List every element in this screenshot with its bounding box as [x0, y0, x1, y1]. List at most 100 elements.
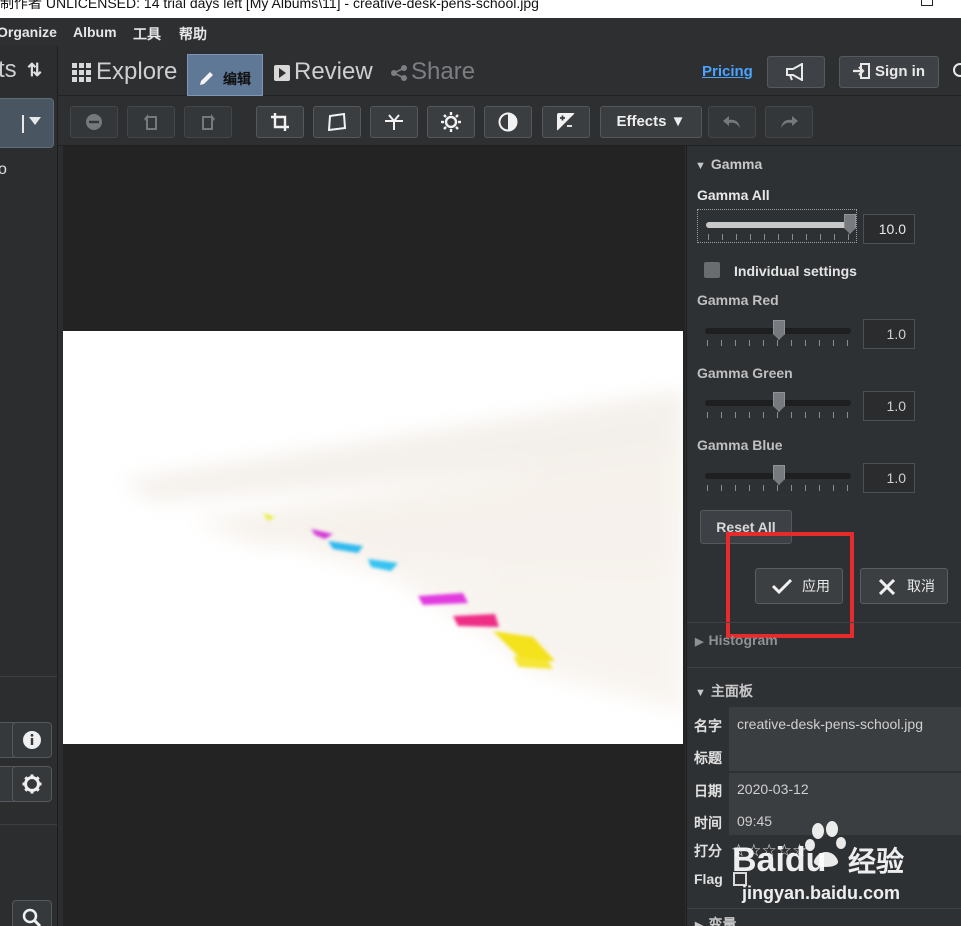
maximize-button[interactable] [921, 0, 933, 6]
sign-in-label: Sign in [875, 63, 925, 80]
announcements-button[interactable] [767, 56, 825, 88]
sun-icon [441, 112, 461, 132]
slider-tick [764, 234, 765, 240]
effects-dropdown[interactable]: Effects ▼ [600, 106, 702, 138]
edit-toolbar: Effects ▼ [58, 96, 961, 146]
individual-settings-checkbox[interactable] [704, 262, 720, 278]
slider-tick [735, 485, 736, 491]
gamma-green-value[interactable]: 1.0 [863, 391, 915, 421]
slider-tick [834, 234, 835, 240]
gamma-red-value[interactable]: 1.0 [863, 319, 915, 349]
menu-tools[interactable]: 工具 [133, 24, 161, 44]
search-button[interactable] [12, 900, 52, 926]
gamma-green-thumb[interactable] [773, 392, 785, 412]
info-icon [23, 731, 41, 749]
gamma-header-label: Gamma [710, 156, 763, 172]
left-list-item[interactable]: o [0, 161, 7, 179]
gamma-section-header[interactable]: ▼ Gamma [695, 156, 762, 172]
remove-button[interactable] [70, 106, 118, 138]
slider-tick [735, 412, 736, 418]
menu-album[interactable]: Album [73, 24, 117, 40]
crop-button[interactable] [256, 106, 304, 138]
histogram-header-label: Histogram [708, 632, 778, 648]
slider-tick [819, 340, 820, 346]
info-value-date[interactable]: 2020-03-12 [737, 781, 809, 797]
redo-icon [781, 116, 798, 128]
effects-label: Effects [616, 113, 667, 130]
slider-tick [750, 234, 751, 240]
gamma-red-slider[interactable] [697, 316, 857, 350]
cancel-button[interactable]: 取消 [860, 568, 948, 604]
main-panel-header[interactable]: ▼ 主面板 [695, 681, 753, 701]
gamma-red-thumb[interactable] [773, 320, 785, 340]
gamma-all-value[interactable]: 10.0 [863, 214, 915, 244]
tab-edit[interactable]: 编辑 [187, 54, 263, 96]
straighten-button[interactable] [370, 106, 418, 138]
menu-help[interactable]: 帮助 [179, 24, 207, 44]
slider-tick [777, 485, 778, 491]
tab-share[interactable]: Share [391, 55, 475, 91]
gear-icon [22, 774, 42, 794]
sign-in-button[interactable]: Sign in [839, 56, 939, 88]
slider-tick [721, 340, 722, 346]
slider-tick [819, 485, 820, 491]
pricing-link[interactable]: Pricing [702, 63, 753, 80]
triangle-down-icon: ▼ [695, 160, 706, 172]
minus-circle-icon [86, 114, 102, 130]
rotate-right-button[interactable] [184, 106, 232, 138]
gamma-all-slider[interactable] [697, 209, 857, 243]
gamma-blue-slider[interactable] [697, 461, 857, 495]
slider-tick [707, 340, 708, 346]
individual-settings-label: Individual settings [734, 263, 857, 279]
info-button[interactable] [12, 722, 52, 758]
perspective-icon [327, 112, 347, 132]
watermark-brand: Baidu [732, 841, 826, 879]
gamma-blue-thumb[interactable] [773, 465, 785, 485]
tab-explore[interactable]: Explore [72, 55, 177, 91]
slider-tick [749, 485, 750, 491]
slider-tick [721, 412, 722, 418]
slider-tick [805, 412, 806, 418]
info-value-name[interactable]: creative-desk-pens-school.jpg [737, 716, 923, 732]
gamma-all-thumb[interactable] [844, 214, 856, 234]
variables-section-header[interactable]: ▶ 变量 [695, 914, 736, 926]
redo-button[interactable] [765, 106, 813, 138]
info-key: 日期 [694, 783, 722, 799]
album-dropdown[interactable] [0, 98, 54, 148]
image-canvas[interactable] [63, 146, 685, 926]
undo-icon [723, 116, 740, 128]
perspective-button[interactable] [313, 106, 361, 138]
gamma-green-slider[interactable] [697, 388, 857, 422]
menu-organize[interactable]: Organize [0, 24, 57, 40]
settings-button[interactable] [12, 766, 52, 802]
triangle-right-icon: ▶ [695, 636, 704, 648]
exposure-button[interactable] [542, 106, 590, 138]
search-icon-partial[interactable] [953, 63, 961, 77]
slider-tick [792, 234, 793, 240]
gamma-blue-value[interactable]: 1.0 [863, 463, 915, 493]
slider-tick [721, 485, 722, 491]
tab-review-label: Review [294, 58, 373, 85]
undo-button[interactable] [708, 106, 756, 138]
contrast-button[interactable] [484, 106, 532, 138]
slider-tick [833, 412, 834, 418]
cancel-label: 取消 [907, 578, 935, 594]
left-panel: ts ⇅ o [0, 46, 58, 926]
chevron-down-icon[interactable] [29, 117, 41, 125]
tab-review[interactable]: Review [274, 55, 373, 91]
triangle-right-icon: ▶ [695, 920, 704, 926]
left-panel-title: ts [0, 56, 17, 83]
panel-divider [687, 908, 961, 909]
info-key: 打分 [694, 843, 722, 859]
rotate-left-button[interactable] [127, 106, 175, 138]
window-title: 制作者 UNLICENSED: 14 trial days left [My A… [0, 0, 539, 11]
sign-in-icon [853, 63, 870, 79]
slider-tick [848, 234, 849, 240]
histogram-section-header[interactable]: ▶ Histogram [695, 632, 778, 648]
sort-icon[interactable]: ⇅ [27, 60, 42, 81]
slider-tick [847, 412, 848, 418]
baidu-watermark: Baidu 经验 jingyan.baidu.com [732, 821, 932, 905]
brightness-button[interactable] [427, 106, 475, 138]
adjustment-panel: ▼ Gamma Gamma All 10.0 Individual setting… [686, 146, 961, 926]
slider-tick [708, 234, 709, 240]
